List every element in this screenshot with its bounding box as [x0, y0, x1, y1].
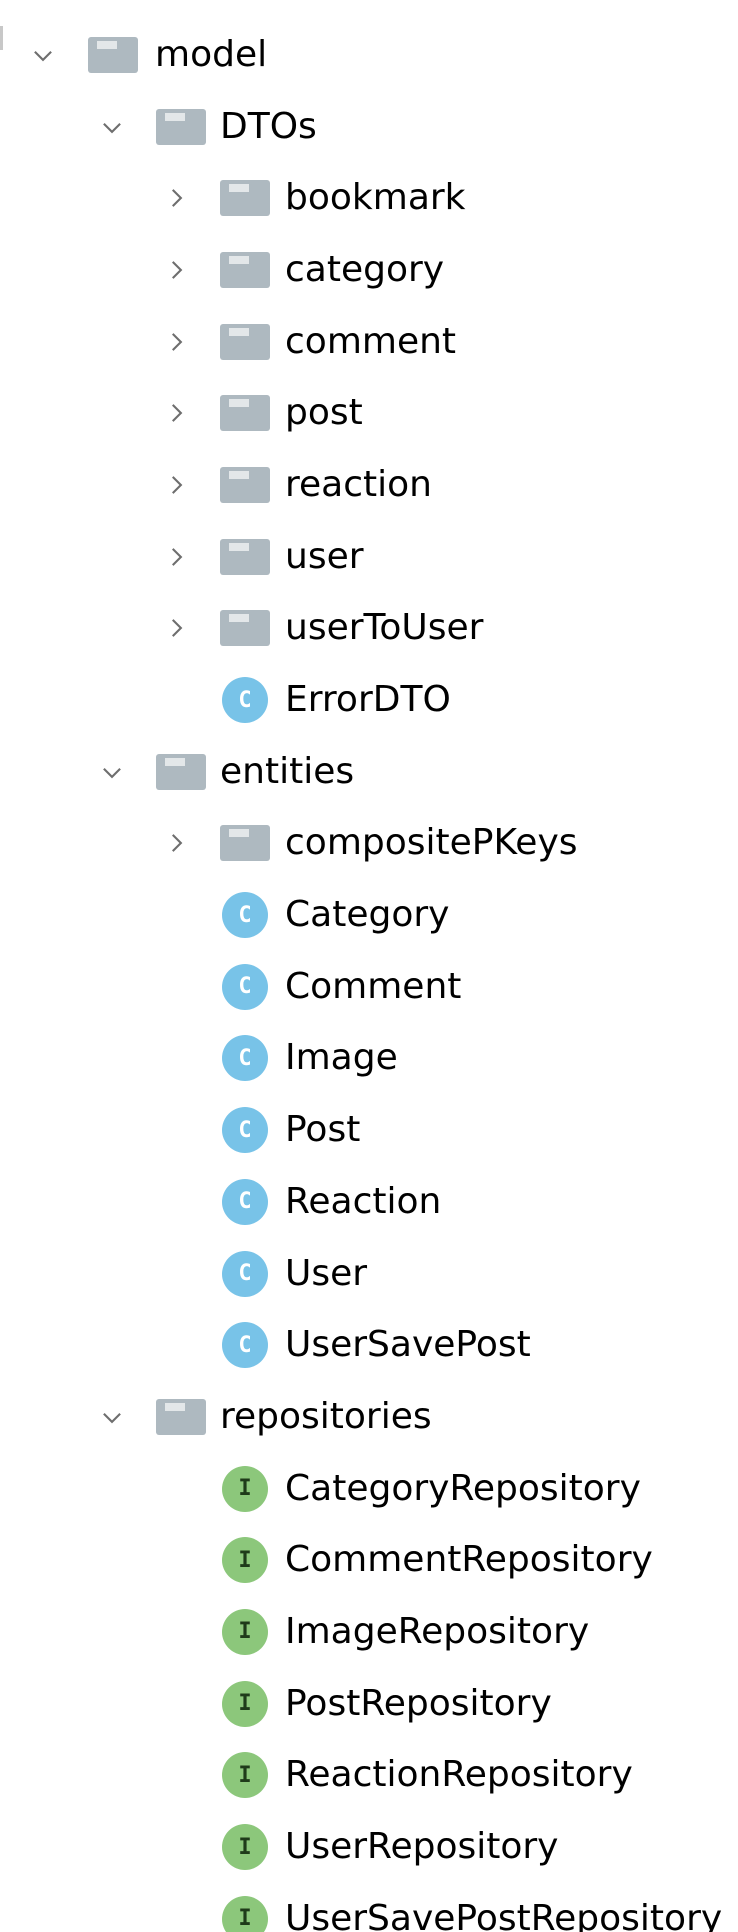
class-icon: C — [220, 675, 270, 725]
tree-node-label: CategoryRepository — [285, 1467, 641, 1509]
tree-node-label: reaction — [285, 463, 432, 505]
class-icon: C — [220, 890, 270, 940]
tree-node-label: bookmark — [285, 177, 466, 219]
tree-node-userrepository[interactable]: I UserRepository — [0, 1811, 738, 1883]
folder-icon — [220, 245, 270, 295]
tree-node-label: repositories — [220, 1395, 432, 1437]
folder-icon — [220, 173, 270, 223]
tree-node-category[interactable]: category — [0, 234, 738, 306]
class-icon: C — [220, 1105, 270, 1155]
tree-node-usersavepost-class[interactable]: C UserSavePost — [0, 1309, 738, 1381]
tree-node-label: entities — [220, 750, 355, 792]
folder-icon — [220, 317, 270, 367]
chevron-down-icon[interactable] — [92, 1397, 132, 1437]
interface-icon: I — [220, 1894, 270, 1932]
class-icon: C — [220, 1177, 270, 1227]
chevron-right-icon[interactable] — [156, 250, 196, 290]
class-icon: C — [220, 1320, 270, 1370]
tree-node-comment-class[interactable]: C Comment — [0, 951, 738, 1023]
tree-node-label: Post — [285, 1109, 361, 1151]
chevron-right-icon[interactable] — [156, 465, 196, 505]
chevron-right-icon[interactable] — [156, 608, 196, 648]
folder-icon — [220, 388, 270, 438]
chevron-down-icon[interactable] — [23, 35, 63, 75]
tree-node-label: UserSavePost — [285, 1324, 531, 1366]
tree-node-reactionrepository[interactable]: I ReactionRepository — [0, 1740, 738, 1812]
folder-icon — [220, 532, 270, 582]
tree-node-postrepository[interactable]: I PostRepository — [0, 1668, 738, 1740]
tree-node-label: compositePKeys — [285, 822, 578, 864]
tree-node-label: Image — [285, 1037, 398, 1079]
tree-node-label: user — [285, 535, 364, 577]
tree-node-errordto[interactable]: C ErrorDTO — [0, 664, 738, 736]
tree-node-label: Category — [285, 894, 450, 936]
folder-icon — [220, 603, 270, 653]
folder-icon — [220, 460, 270, 510]
interface-icon: I — [220, 1607, 270, 1657]
folder-icon — [88, 30, 138, 80]
tree-node-usersavepostrepository[interactable]: I UserSavePostRepository — [0, 1883, 738, 1932]
folder-icon — [220, 818, 270, 868]
tree-node-bookmark[interactable]: bookmark — [0, 162, 738, 234]
tree-node-comment[interactable]: comment — [0, 306, 738, 378]
chevron-right-icon[interactable] — [156, 178, 196, 218]
interface-icon: I — [220, 1464, 270, 1514]
folder-icon — [156, 102, 206, 152]
interface-icon: I — [220, 1679, 270, 1729]
tree-node-categoryrepository[interactable]: I CategoryRepository — [0, 1453, 738, 1525]
tree-node-label: model — [155, 33, 268, 75]
tree-node-label: DTOs — [220, 105, 317, 147]
tree-node-category-class[interactable]: C Category — [0, 879, 738, 951]
interface-icon: I — [220, 1535, 270, 1585]
tree-node-label: User — [285, 1252, 368, 1294]
class-icon: C — [220, 962, 270, 1012]
tree-node-label: UserSavePostRepository — [285, 1897, 723, 1932]
chevron-right-icon[interactable] — [156, 322, 196, 362]
chevron-right-icon[interactable] — [156, 537, 196, 577]
tree-node-repositories[interactable]: repositories — [0, 1381, 738, 1453]
tree-node-label: comment — [285, 320, 457, 362]
tree-node-label: CommentRepository — [285, 1539, 653, 1581]
tree-node-label: ReactionRepository — [285, 1754, 633, 1796]
chevron-right-icon[interactable] — [156, 393, 196, 433]
tree-node-imagerepository[interactable]: I ImageRepository — [0, 1596, 738, 1668]
class-icon: C — [220, 1033, 270, 1083]
interface-icon: I — [220, 1750, 270, 1800]
tree-node-dtos[interactable]: DTOs — [0, 91, 738, 163]
tree-node-label: PostRepository — [285, 1682, 552, 1724]
tree-node-post-class[interactable]: C Post — [0, 1094, 738, 1166]
tree-node-reaction[interactable]: reaction — [0, 449, 738, 521]
tree-node-user-class[interactable]: C User — [0, 1238, 738, 1310]
tree-node-label: Reaction — [285, 1180, 442, 1222]
tree-node-model[interactable]: model — [0, 19, 738, 91]
class-icon: C — [220, 1249, 270, 1299]
tree-node-user[interactable]: user — [0, 521, 738, 593]
tree-node-commentrepository[interactable]: I CommentRepository — [0, 1524, 738, 1596]
folder-icon — [156, 1392, 206, 1442]
tree-node-label: post — [285, 392, 363, 434]
tree-node-compositepkeys[interactable]: compositePKeys — [0, 808, 738, 880]
tree-node-usertouser[interactable]: userToUser — [0, 593, 738, 665]
tree-node-label: ErrorDTO — [285, 679, 451, 721]
chevron-down-icon[interactable] — [92, 752, 132, 792]
tree-node-image-class[interactable]: C Image — [0, 1023, 738, 1095]
interface-icon: I — [220, 1822, 270, 1872]
folder-icon — [156, 747, 206, 797]
tree-node-entities[interactable]: entities — [0, 736, 738, 808]
tree-node-reaction-class[interactable]: C Reaction — [0, 1166, 738, 1238]
tree-node-label: Comment — [285, 965, 462, 1007]
tree-node-post[interactable]: post — [0, 377, 738, 449]
tree-node-label: userToUser — [285, 607, 484, 649]
chevron-right-icon[interactable] — [156, 823, 196, 863]
tree-node-label: ImageRepository — [285, 1610, 590, 1652]
tree-node-label: UserRepository — [285, 1826, 559, 1868]
tree-node-label: category — [285, 248, 445, 290]
chevron-down-icon[interactable] — [92, 107, 132, 147]
project-tree: model DTOs bookmark category comment pos… — [0, 19, 738, 1932]
